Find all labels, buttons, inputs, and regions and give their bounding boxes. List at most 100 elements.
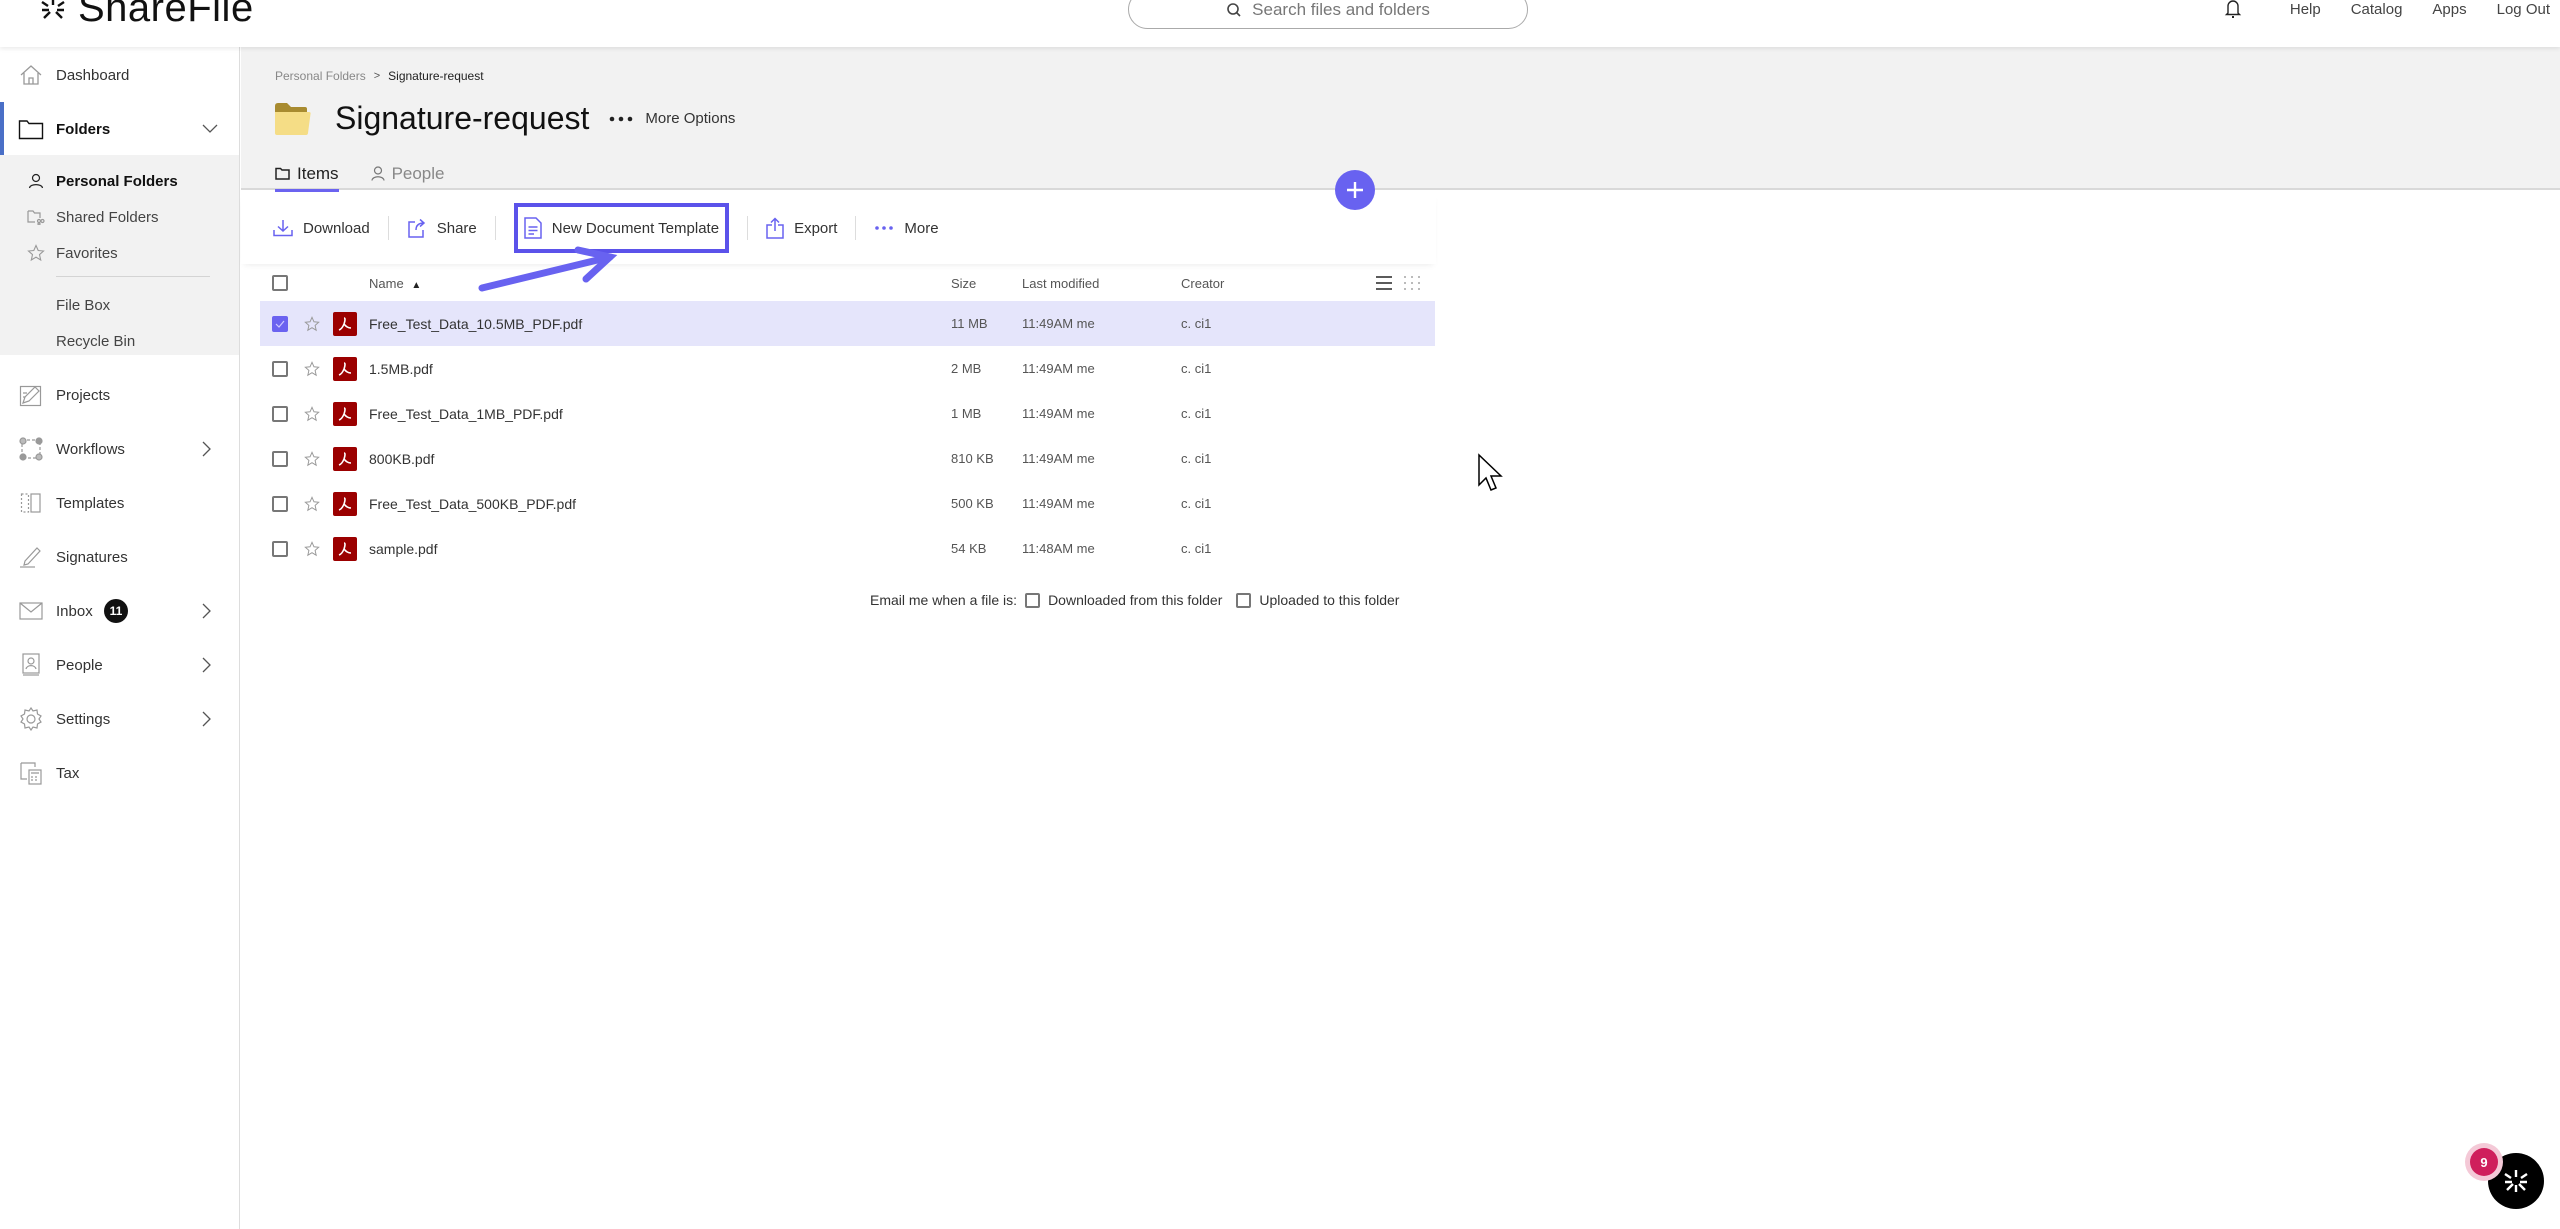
- favorite-star-icon[interactable]: [304, 495, 320, 512]
- file-name[interactable]: sample.pdf: [369, 541, 437, 557]
- grid-view-icon[interactable]: [1403, 275, 1421, 291]
- logout-link[interactable]: Log Out: [2497, 1, 2550, 18]
- list-view-icon[interactable]: [1375, 275, 1393, 291]
- file-size: 810 KB: [951, 451, 994, 466]
- more-button[interactable]: More: [874, 213, 939, 243]
- ellipsis-icon: [609, 116, 633, 122]
- sidebar-item-inbox[interactable]: Inbox 11: [0, 589, 239, 633]
- notify-downloaded-checkbox[interactable]: [1025, 592, 1041, 608]
- apps-link[interactable]: Apps: [2432, 1, 2466, 18]
- more-options-label: More Options: [645, 110, 736, 127]
- toolbar: Download Share New Document Template Exp…: [241, 192, 1436, 264]
- table-row[interactable]: 1.5MB.pdf 2 MB 11:49AM me c. ci1: [260, 346, 1435, 391]
- sidebar-item-signatures[interactable]: Signatures: [0, 535, 239, 579]
- chevron-right-icon[interactable]: [202, 441, 212, 457]
- table-row[interactable]: 800KB.pdf 810 KB 11:49AM me c. ci1: [260, 436, 1435, 481]
- toolbar-divider: [855, 216, 857, 240]
- row-checkbox[interactable]: [272, 360, 288, 377]
- person-icon: [27, 172, 45, 190]
- sidebar-item-settings[interactable]: Settings: [0, 697, 239, 741]
- file-name[interactable]: 1.5MB.pdf: [369, 361, 433, 377]
- column-label: Name: [369, 275, 404, 291]
- file-last-modified: 11:49AM me: [1022, 406, 1095, 421]
- row-checkbox[interactable]: [272, 540, 288, 557]
- sidebar-item-tax[interactable]: Tax: [0, 751, 239, 795]
- notify-uploaded-checkbox[interactable]: [1236, 592, 1252, 608]
- table-row[interactable]: Free_Test_Data_10.5MB_PDF.pdf 11 MB 11:4…: [260, 301, 1435, 346]
- sharefile-logo[interactable]: ShareFile: [38, 0, 254, 31]
- share-label: Share: [436, 219, 477, 237]
- sidebar-item-templates[interactable]: Templates: [0, 481, 239, 525]
- search-input[interactable]: Search files and folders: [1128, 0, 1528, 29]
- sidebar-label: People: [56, 656, 103, 674]
- sidebar-item-personal-folders[interactable]: Personal Folders: [0, 164, 239, 198]
- file-table: Name ▲ Size Last modified Creator Free_T…: [260, 265, 1435, 571]
- sidebar-item-workflows[interactable]: Workflows: [0, 427, 239, 471]
- tab-people[interactable]: People: [370, 157, 445, 190]
- document-icon: [524, 217, 542, 239]
- sidebar-item-projects[interactable]: Projects: [0, 373, 239, 417]
- help-link[interactable]: Help: [2290, 1, 2321, 18]
- sidebar-item-dashboard[interactable]: Dashboard: [0, 53, 239, 97]
- export-button[interactable]: Export: [766, 213, 837, 243]
- email-notify-label: Email me when a file is:: [870, 592, 1018, 608]
- column-header-name[interactable]: Name ▲: [369, 276, 421, 291]
- file-creator: c. ci1: [1181, 496, 1212, 511]
- pdf-file-icon: [333, 401, 357, 426]
- table-row[interactable]: Free_Test_Data_1MB_PDF.pdf 1 MB 11:49AM …: [260, 391, 1435, 436]
- notifications-bell-icon[interactable]: [2224, 0, 2242, 19]
- table-row[interactable]: sample.pdf 54 KB 11:48AM me c. ci1: [260, 526, 1435, 571]
- column-header-last-modified[interactable]: Last modified: [1022, 276, 1099, 291]
- chevron-down-icon[interactable]: [202, 124, 218, 134]
- sidebar-item-people[interactable]: People: [0, 643, 239, 687]
- favorite-star-icon[interactable]: [304, 315, 320, 332]
- chevron-right-icon[interactable]: [202, 657, 212, 673]
- assistant-notification-badge: 9: [2470, 1148, 2498, 1176]
- sidebar-item-shared-folders[interactable]: Shared Folders: [0, 200, 239, 234]
- row-checkbox[interactable]: [272, 315, 288, 332]
- favorite-star-icon[interactable]: [304, 450, 320, 467]
- toolbar-divider: [494, 216, 496, 240]
- notify-downloaded-label[interactable]: Downloaded from this folder: [1048, 592, 1222, 608]
- select-all-checkbox[interactable]: [272, 275, 288, 291]
- file-name[interactable]: Free_Test_Data_500KB_PDF.pdf: [369, 496, 576, 512]
- breadcrumb: Personal Folders > Signature-request: [275, 69, 484, 83]
- export-label: Export: [794, 219, 838, 237]
- sidebar-item-folders[interactable]: Folders: [0, 102, 239, 156]
- chevron-right-icon[interactable]: [202, 603, 212, 619]
- tab-items[interactable]: Items: [275, 157, 339, 192]
- signature-icon: [18, 544, 44, 570]
- sidebar-item-file-box[interactable]: File Box: [0, 288, 239, 322]
- column-header-size[interactable]: Size: [951, 276, 976, 291]
- catalog-link[interactable]: Catalog: [2351, 1, 2403, 18]
- share-button[interactable]: Share: [407, 213, 477, 243]
- chevron-right-icon[interactable]: [202, 711, 212, 727]
- row-checkbox[interactable]: [272, 405, 288, 422]
- plus-icon: [1346, 181, 1364, 199]
- notify-uploaded-label[interactable]: Uploaded to this folder: [1259, 592, 1399, 608]
- sidebar-item-favorites[interactable]: Favorites: [0, 236, 239, 270]
- favorite-star-icon[interactable]: [304, 405, 320, 422]
- breadcrumb-parent[interactable]: Personal Folders: [275, 69, 366, 83]
- file-size: 1 MB: [951, 406, 982, 421]
- sidebar-label: Signatures: [56, 548, 128, 566]
- tab-label: People: [391, 163, 445, 183]
- file-last-modified: 11:49AM me: [1022, 451, 1095, 466]
- row-checkbox[interactable]: [272, 495, 288, 512]
- row-checkbox[interactable]: [272, 450, 288, 467]
- table-row[interactable]: Free_Test_Data_500KB_PDF.pdf 500 KB 11:4…: [260, 481, 1435, 526]
- favorite-star-icon[interactable]: [304, 360, 320, 377]
- add-button[interactable]: [1335, 170, 1375, 210]
- sidebar-label: Personal Folders: [56, 172, 178, 190]
- annotation-arrow-icon: [470, 245, 620, 295]
- sidebar-label: Settings: [56, 710, 111, 728]
- file-name[interactable]: Free_Test_Data_1MB_PDF.pdf: [369, 406, 563, 422]
- file-name[interactable]: Free_Test_Data_10.5MB_PDF.pdf: [369, 316, 582, 332]
- column-header-creator[interactable]: Creator: [1181, 276, 1224, 291]
- file-name[interactable]: 800KB.pdf: [369, 451, 434, 467]
- favorite-star-icon[interactable]: [304, 540, 320, 557]
- download-button[interactable]: Download: [273, 213, 370, 243]
- sidebar-item-recycle-bin[interactable]: Recycle Bin: [0, 324, 239, 358]
- pdf-file-icon: [333, 446, 357, 471]
- more-options-button[interactable]: More Options: [609, 110, 735, 127]
